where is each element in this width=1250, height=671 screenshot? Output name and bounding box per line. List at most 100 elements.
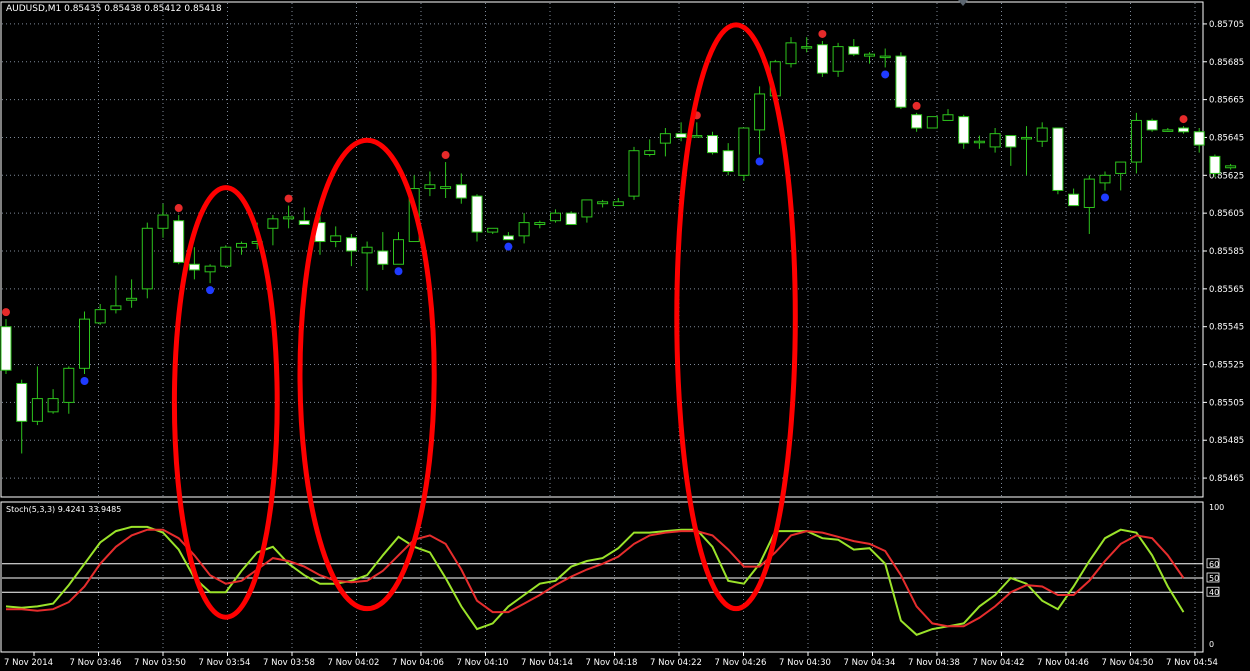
candle [722, 150, 734, 173]
signal-dots [2, 29, 1188, 385]
candle [691, 135, 703, 138]
candle [157, 214, 169, 229]
sell-signal-dot [1179, 115, 1188, 124]
candle [1146, 119, 1158, 131]
candle [1052, 127, 1064, 191]
candle [1083, 178, 1095, 208]
shift-marker-icon[interactable] [958, 0, 968, 6]
candle [283, 216, 295, 220]
candle [848, 46, 860, 55]
candle [581, 199, 593, 218]
candle [173, 220, 185, 263]
stochastic-title: Stoch(5,3,3) 9.4241 33.9485 [6, 505, 122, 514]
y-tick-label: 0.85505 [1209, 398, 1244, 408]
candle [612, 201, 624, 207]
y-tick-label: 0.85685 [1209, 58, 1244, 68]
chart-title: AUDUSD,M1 0.85435 0.85438 0.85412 0.8541… [6, 4, 222, 14]
x-tick-label: 7 Nov 04:14 [521, 658, 573, 668]
x-tick-label: 7 Nov 04:42 [973, 658, 1025, 668]
candle [79, 318, 90, 369]
sell-signal-dot [284, 194, 293, 203]
candle [1036, 127, 1048, 142]
x-tick-label: 7 Nov 04:50 [1102, 658, 1154, 668]
candle [1021, 136, 1032, 140]
candle [1225, 165, 1237, 169]
candle [502, 235, 514, 241]
trading-chart: 0.857050.856850.856650.856450.856250.856… [0, 1, 1244, 668]
buy-signal-dot [206, 286, 215, 295]
x-axis-labels: 7 Nov 2014 7 Nov 03:46 7 Nov 03:50 7 Nov 03… [4, 652, 1218, 668]
candle [565, 212, 577, 226]
candle [393, 239, 404, 265]
x-tick-label: 7 Nov 04:26 [715, 658, 767, 668]
candle [785, 42, 797, 65]
candle [644, 150, 656, 155]
x-tick-label: 7 Nov 04:06 [392, 658, 444, 668]
candle [440, 186, 452, 190]
candle [377, 250, 389, 265]
candle [141, 227, 153, 290]
candle [455, 184, 467, 199]
highlight-ellipse [297, 137, 437, 612]
candle [220, 246, 232, 267]
x-tick-label: 7 Nov 03:54 [199, 658, 251, 668]
stoch-tick-label: 60 [1209, 560, 1219, 569]
candle [989, 133, 1001, 148]
candle [816, 44, 828, 74]
stoch-tick-label: 0 [1209, 640, 1214, 649]
candle [675, 133, 687, 138]
buy-signal-dot [881, 70, 890, 79]
candle [94, 309, 106, 324]
x-tick-label: 7 Nov 04:02 [328, 658, 380, 668]
candle [471, 195, 483, 233]
candle [47, 398, 59, 413]
candle [1209, 155, 1221, 174]
candle [126, 297, 138, 301]
y-tick-label: 0.85545 [1209, 323, 1244, 333]
candle [707, 135, 718, 154]
candle [942, 114, 954, 121]
candle [1130, 119, 1142, 163]
candle [973, 140, 985, 144]
candle [958, 116, 970, 144]
y-tick-label: 0.85665 [1209, 96, 1244, 106]
buy-signal-dot [755, 157, 764, 166]
stoch-tick-label: 40 [1209, 588, 1219, 597]
candle [659, 133, 671, 144]
x-tick-label: 7 Nov 04:30 [779, 658, 831, 668]
y-tick-label: 0.85705 [1209, 20, 1244, 30]
candle [1162, 129, 1174, 132]
y-tick-label: 0.85465 [1209, 474, 1244, 484]
candle [1005, 135, 1017, 148]
x-tick-label: 7 Nov 2014 [4, 658, 53, 668]
stoch-tick-label: 100 [1209, 503, 1224, 512]
x-tick-label: 7 Nov 04:46 [1037, 658, 1089, 668]
candle [864, 53, 875, 57]
candle [879, 55, 891, 59]
candle [188, 263, 200, 271]
candle [204, 265, 216, 273]
y-tick-label: 0.85605 [1209, 209, 1244, 219]
buy-signal-dot [504, 242, 513, 251]
candle [628, 150, 640, 197]
candle [550, 212, 561, 222]
candle [518, 222, 530, 237]
candle [895, 55, 907, 108]
y-tick-label: 0.85565 [1209, 285, 1244, 295]
y-tick-label: 0.85525 [1209, 361, 1244, 371]
candle [911, 114, 923, 129]
candle [31, 398, 43, 422]
candle [16, 382, 28, 422]
candle [63, 367, 75, 403]
candle [487, 227, 499, 233]
highlight-ellipse [674, 22, 798, 612]
x-tick-label: 7 Nov 04:54 [1166, 658, 1218, 668]
buy-signal-dot [394, 267, 403, 276]
y-tick-label: 0.85485 [1209, 436, 1244, 446]
highlight-ellipses [171, 22, 798, 620]
x-tick-label: 7 Nov 04:10 [457, 658, 509, 668]
candle [1115, 161, 1127, 174]
x-tick-label: 7 Nov 04:34 [844, 658, 896, 668]
candle [926, 116, 938, 129]
y-tick-label: 0.85645 [1209, 133, 1244, 143]
